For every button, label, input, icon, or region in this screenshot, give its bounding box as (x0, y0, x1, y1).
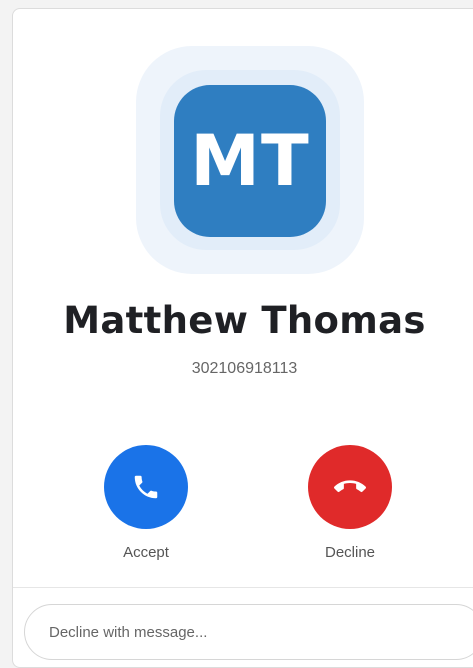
accept-call-button[interactable]: Accept (91, 445, 201, 561)
phone-icon (134, 475, 158, 499)
incoming-call-card: MT Matthew Thomas 302106918113 Accept De… (12, 8, 473, 668)
phone-hangup-icon (334, 480, 366, 493)
caller-number: 302106918113 (191, 360, 298, 377)
decline-message-input[interactable] (24, 604, 473, 660)
decline-call-button[interactable]: Decline (295, 445, 405, 561)
accept-label: Accept (123, 544, 169, 561)
caller-name: Matthew Thomas (63, 299, 426, 342)
avatar-initials: MT (190, 120, 310, 202)
decline-label: Decline (324, 544, 376, 561)
decline-button-circle[interactable] (308, 445, 392, 529)
avatar: MT (174, 85, 326, 237)
divider (13, 587, 473, 588)
accept-button-circle[interactable] (104, 445, 188, 529)
